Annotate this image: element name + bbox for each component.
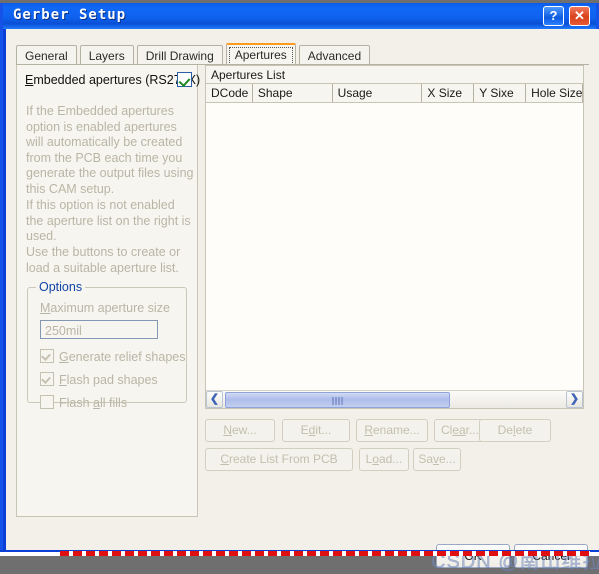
checkbox-box <box>40 349 54 363</box>
gerber-setup-window: Gerber Setup ? ✕ General Layers Drill Dr… <box>0 3 599 573</box>
close-icon[interactable]: ✕ <box>569 6 590 26</box>
embedded-apertures-label: Embedded apertures (RS274X) <box>25 73 201 87</box>
clipped-red-text <box>60 551 590 556</box>
cancel-button[interactable]: Cancel <box>514 544 588 568</box>
apertures-list-header: DCode Shape Usage X Size Y Sixe Hole Siz… <box>206 84 583 103</box>
column-header-shape[interactable]: Shape <box>253 84 333 102</box>
checkbox-box <box>40 395 54 409</box>
column-header-usage[interactable]: Usage <box>333 84 423 102</box>
tab-drill-drawing[interactable]: Drill Drawing <box>136 45 223 65</box>
embedded-apertures-panel: Embedded apertures (RS274X) If the Embed… <box>16 65 200 517</box>
max-aperture-size-label: Maximum aperture size <box>40 301 170 315</box>
scrollbar-thumb[interactable] <box>225 392 450 408</box>
horizontal-scrollbar[interactable]: ❮ ❯ <box>206 390 583 408</box>
grip-icon <box>332 397 343 405</box>
flash-pad-shapes-checkbox[interactable]: Flash pad shapes <box>40 372 158 387</box>
load-button[interactable]: Load... <box>359 448 409 471</box>
column-header-hole-size[interactable]: Hole Size <box>526 84 583 102</box>
checkbox-box <box>40 372 54 386</box>
tab-drill-drawing-label: Drill Drawing <box>145 49 214 63</box>
scroll-left-arrow-icon[interactable]: ❮ <box>206 391 223 408</box>
create-list-from-pcb-button[interactable]: Create List From PCB <box>205 448 353 471</box>
title-bar[interactable]: Gerber Setup ? ✕ <box>3 3 596 29</box>
help-icon[interactable]: ? <box>543 6 564 26</box>
new-button[interactable]: New... <box>205 419 275 442</box>
description-paragraph-2: If this option is not enabled the apertu… <box>26 198 191 243</box>
tab-general[interactable]: General <box>16 45 77 65</box>
options-group-title: Options <box>36 280 86 294</box>
delete-button[interactable]: Delete <box>479 419 551 442</box>
apertures-list-panel: Apertures List DCode Shape Usage X Size … <box>205 65 584 409</box>
window-title: Gerber Setup <box>13 7 127 23</box>
embedded-apertures-row[interactable]: Embedded apertures (RS274X) <box>25 72 200 91</box>
column-header-x-size[interactable]: X Size <box>422 84 475 102</box>
bottom-cut-strip <box>0 550 599 556</box>
tab-general-label: General <box>25 49 68 63</box>
max-aperture-size-input[interactable] <box>40 320 158 339</box>
scroll-right-arrow-icon[interactable]: ❯ <box>566 391 583 408</box>
column-header-dcode[interactable]: DCode <box>206 84 253 102</box>
tab-advanced-label: Advanced <box>307 49 362 63</box>
rename-button[interactable]: Rename... <box>356 419 428 442</box>
tab-apertures[interactable]: Apertures <box>225 43 296 65</box>
tab-layers-label: Layers <box>88 49 125 63</box>
description-paragraph-1: If the Embedded apertures option is enab… <box>26 104 194 196</box>
tab-apertures-label: Apertures <box>234 48 287 62</box>
tab-advanced[interactable]: Advanced <box>298 45 371 65</box>
embedded-apertures-checkbox[interactable] <box>177 72 192 87</box>
column-header-y-size[interactable]: Y Sixe <box>474 84 527 102</box>
apertures-list-caption: Apertures List <box>206 66 583 84</box>
description-paragraph-3: Use the buttons to create or load a suit… <box>26 245 181 275</box>
ok-button[interactable]: OK <box>436 544 510 568</box>
tab-layers[interactable]: Layers <box>79 45 134 65</box>
generate-relief-shapes-checkbox[interactable]: Generate relief shapes <box>40 349 185 364</box>
options-group: Options Maximum aperture size Generate r… <box>27 280 187 410</box>
edit-button[interactable]: Edit... <box>282 419 350 442</box>
apertures-list-body[interactable] <box>206 103 583 389</box>
tab-strip: General Layers Drill Drawing Apertures A… <box>16 43 371 65</box>
save-button[interactable]: Save... <box>413 448 461 471</box>
dialog-client-area: General Layers Drill Drawing Apertures A… <box>6 29 599 573</box>
flash-all-fills-checkbox[interactable]: Flash all fills <box>40 395 127 410</box>
